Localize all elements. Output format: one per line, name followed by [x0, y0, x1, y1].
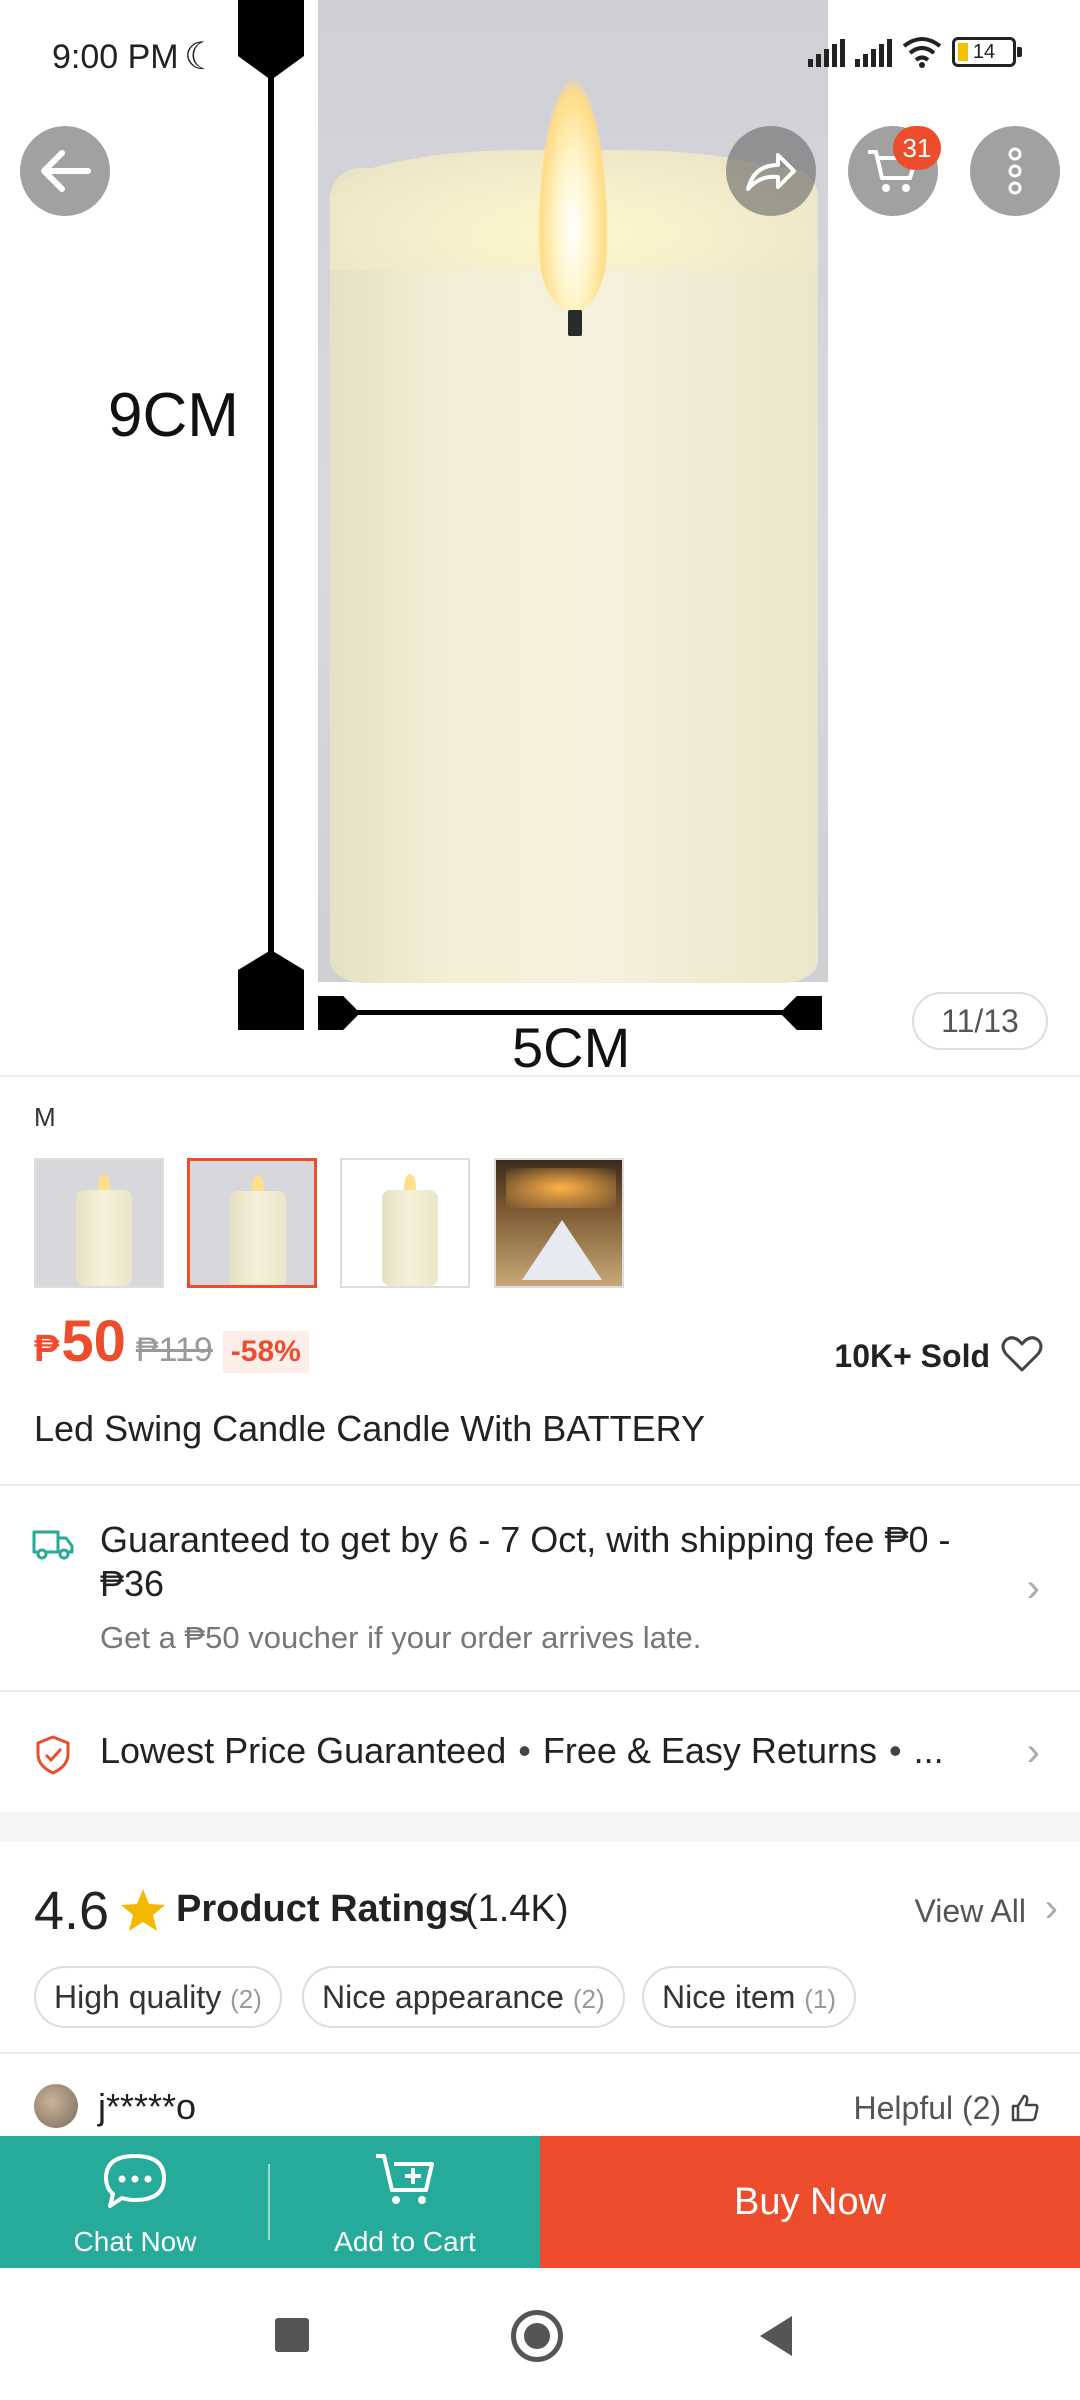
ratings-title: Product Ratings	[176, 1888, 470, 1930]
system-navigation-bar	[0, 2268, 1080, 2400]
price-current: 50	[61, 1309, 126, 1374]
signal-icon	[808, 37, 845, 67]
rating-score: 4.6	[34, 1881, 110, 1941]
guarantee-lowest-price: Lowest Price Guaranteed	[100, 1730, 507, 1771]
width-label: 5CM	[512, 1016, 631, 1075]
height-dimension-line	[268, 45, 274, 975]
avatar	[34, 2084, 78, 2128]
variant-label: M	[34, 1102, 56, 1132]
chevron-right-icon: ›	[1044, 1886, 1058, 1930]
guarantee-free-returns: Free & Easy Returns	[542, 1730, 877, 1771]
reviewer-name: j*****o	[98, 2086, 197, 2127]
status-bar: 9:00 PM ☾ 14	[0, 30, 1080, 80]
add-to-cart-button[interactable]: Add to Cart	[270, 2136, 540, 2268]
buy-now-button[interactable]: Buy Now	[540, 2136, 1080, 2268]
product-title: Led Swing Candle Candle With BATTERY	[34, 1408, 705, 1449]
system-back-button[interactable]	[760, 2316, 792, 2356]
variant-thumbnail-4[interactable]	[494, 1158, 624, 1288]
height-dimension-cap-bottom	[238, 950, 304, 1030]
share-button[interactable]	[726, 126, 816, 216]
chat-now-button[interactable]: Chat Now	[0, 2136, 270, 2268]
chevron-right-icon: ›	[1026, 1730, 1040, 1774]
image-counter: 11/13	[912, 992, 1048, 1050]
view-all-ratings-link[interactable]: View All	[915, 1893, 1026, 1930]
price-currency: ₱	[34, 1328, 60, 1370]
truck-icon	[32, 1530, 74, 1560]
more-vertical-icon	[1008, 147, 1022, 195]
cart-count-badge: 31	[893, 126, 941, 170]
guarantee-more: ...	[913, 1730, 944, 1771]
add-to-cart-icon	[376, 2154, 434, 2204]
rating-tag-high-quality[interactable]: High quality (2)	[34, 1966, 282, 2028]
view-all-label: View All	[914, 1893, 1026, 1929]
chat-now-label: Chat Now	[73, 2226, 197, 2257]
height-label: 9CM	[108, 381, 239, 450]
arrow-left-icon	[41, 150, 91, 192]
status-time: 9:00 PM	[52, 38, 179, 76]
home-button[interactable]	[511, 2310, 563, 2362]
back-button[interactable]	[20, 126, 110, 216]
shield-check-icon	[36, 1735, 70, 1775]
price-original: ₱119	[135, 1331, 213, 1369]
shipping-guarantee-text: Guaranteed to get by 6 - 7 Oct, with shi…	[100, 1519, 951, 1604]
wifi-icon	[902, 37, 942, 68]
rating-tag-nice-item[interactable]: Nice item (1)	[642, 1966, 857, 2028]
price-block: ₱ 50 ₱119 -58%	[34, 1308, 309, 1375]
signal-icon-2	[855, 37, 892, 67]
helpful-button[interactable]: Helpful (2)	[854, 2090, 1041, 2127]
do-not-disturb-icon: ☾	[184, 36, 219, 78]
candle-wick	[568, 310, 582, 336]
helpful-label: Helpful (2)	[853, 2090, 1002, 2126]
late-voucher-note: Get a ₱50 voucher if your order arrives …	[100, 1620, 702, 1655]
variant-thumbnail-3[interactable]	[340, 1158, 470, 1288]
sold-count: 10K+ Sold	[834, 1338, 990, 1374]
width-dimension-cap-right	[780, 996, 822, 1030]
recent-apps-button[interactable]	[275, 2318, 309, 2352]
variant-thumbnail-1[interactable]	[34, 1158, 164, 1288]
battery-icon: 14	[952, 37, 1022, 67]
ratings-count: (1.4K)	[465, 1888, 569, 1930]
thumbs-up-icon	[1011, 2094, 1039, 2122]
add-to-cart-label: Add to Cart	[334, 2226, 476, 2257]
width-dimension-cap-left	[318, 996, 360, 1030]
discount-badge: -58%	[222, 1331, 309, 1373]
chat-icon	[104, 2154, 166, 2208]
variant-thumbnail-2[interactable]	[187, 1158, 317, 1288]
share-icon	[746, 153, 796, 191]
chevron-right-icon: ›	[1026, 1566, 1040, 1610]
rating-tag-nice-appearance[interactable]: Nice appearance (2)	[302, 1966, 625, 2028]
heart-icon[interactable]	[1000, 1332, 1044, 1376]
bottom-action-bar: Chat Now Add to Cart Buy Now	[0, 2136, 1080, 2268]
more-options-button[interactable]	[970, 126, 1060, 216]
star-icon	[121, 1889, 165, 1931]
guarantees-text: Lowest Price Guaranteed • Free & Easy Retu…	[100, 1730, 944, 1771]
